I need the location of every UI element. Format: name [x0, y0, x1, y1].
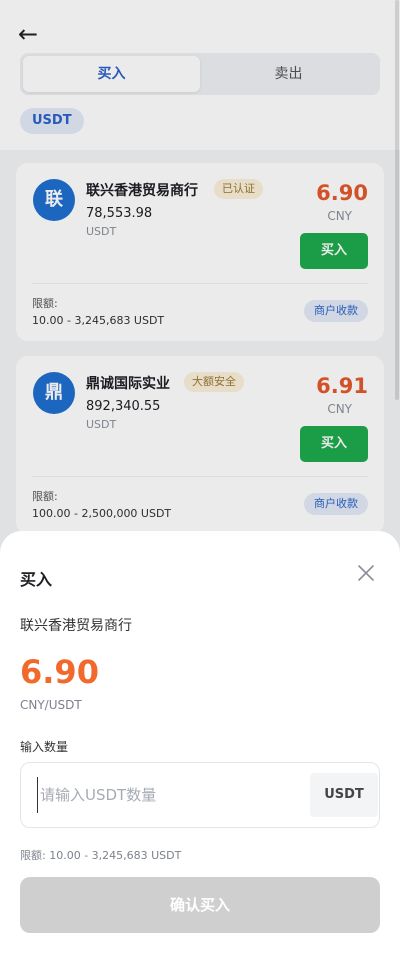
quantity-input[interactable] — [37, 777, 307, 813]
quantity-label: 输入数量 — [20, 740, 69, 754]
input-unit-label: USDT — [310, 773, 378, 817]
sheet-currency-pair: CNY/USDT — [20, 698, 82, 712]
sheet-merchant-name: 联兴香港贸易商行 — [20, 618, 132, 634]
close-icon[interactable] — [354, 561, 378, 585]
sheet-limit-text: 限额: 10.00 - 3,245,683 USDT — [20, 849, 182, 862]
confirm-buy-button[interactable]: 确认买入 — [20, 877, 380, 933]
quantity-input-box: USDT — [20, 762, 380, 828]
sheet-title: 买入 — [20, 570, 53, 589]
sheet-price: 6.90 — [20, 653, 99, 691]
buy-bottom-sheet: 买入 联兴香港贸易商行 6.90 CNY/USDT 输入数量 USDT 限额: … — [0, 531, 400, 973]
page-scrollbar[interactable] — [395, 0, 399, 400]
